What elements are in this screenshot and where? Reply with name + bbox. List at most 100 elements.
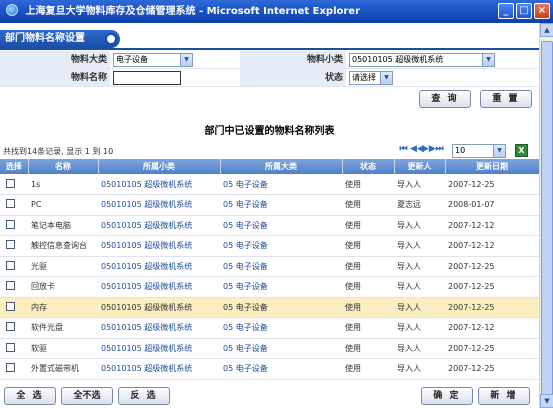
cell-name: 笔记本电脑 xyxy=(28,215,98,236)
vertical-scrollbar[interactable]: ▲ ▼ xyxy=(539,23,553,408)
table-row[interactable]: 软驱 05010105 超级微机系统 05 电子设备 使用 导入人 2007-1… xyxy=(0,338,539,359)
cell-status: 使用 xyxy=(342,358,394,380)
page-size-select[interactable]: 10 ▼ xyxy=(452,144,506,158)
name-field xyxy=(110,69,240,86)
col-header: 更新人 xyxy=(394,159,446,174)
cell-status: 使用 xyxy=(342,297,394,318)
row-checkbox[interactable] xyxy=(6,199,15,209)
cell-subcategory[interactable]: 05010105 超级微机系统 xyxy=(98,174,220,195)
table-header-row: 选择 名称 所属小类 所属大类 状态 更新人 更新日期 xyxy=(0,159,540,174)
row-checkbox[interactable] xyxy=(6,322,15,332)
cell-updater: 导入人 xyxy=(394,297,445,318)
table-row[interactable]: PC 05010105 超级微机系统 05 电子设备 使用 夏志远 2008-0… xyxy=(0,194,539,216)
invert-selection-button[interactable]: 反 选 xyxy=(118,387,170,405)
cell-subcategory[interactable]: 05010105 超级微机系统 xyxy=(98,358,220,380)
name-label: 物料名称 xyxy=(0,69,110,86)
cell-category[interactable]: 05 电子设备 xyxy=(220,194,342,216)
cell-status: 使用 xyxy=(342,174,394,195)
status-select[interactable]: 请选择 ▼ xyxy=(349,71,393,85)
window-controls: _ □ × xyxy=(498,3,550,19)
cell-subcategory[interactable]: 05010105 超级微机系统 xyxy=(98,194,220,216)
table-row[interactable]: 1s 05010105 超级微机系统 05 电子设备 使用 导入人 2007-1… xyxy=(0,174,539,195)
cell-updater: 导入人 xyxy=(394,215,445,236)
row-checkbox[interactable] xyxy=(6,178,15,188)
scroll-thumb[interactable] xyxy=(541,41,553,401)
row-checkbox[interactable] xyxy=(6,281,15,291)
pager-info: 共找到14条记录, 显示 1 到 10 xyxy=(3,147,114,156)
cell-subcategory[interactable]: 05010105 超级微机系统 xyxy=(98,235,220,257)
cell-category[interactable]: 05 电子设备 xyxy=(220,235,342,257)
col-header: 所属小类 xyxy=(98,159,221,174)
table-row[interactable]: 笔记本电脑 05010105 超级微机系统 05 电子设备 使用 导入人 200… xyxy=(0,215,539,236)
table-row[interactable]: 外置式磁带机 05010105 超级微机系统 05 电子设备 使用 导入人 20… xyxy=(0,358,539,380)
cell-category[interactable]: 05 电子设备 xyxy=(220,215,342,236)
prev-page-icon[interactable]: ◀◀ xyxy=(410,144,424,154)
cell-category[interactable]: 05 电子设备 xyxy=(220,338,342,359)
status-field: 请选择 ▼ xyxy=(346,69,539,86)
col-header: 名称 xyxy=(28,159,99,174)
cell-name: 触控信息查询台 xyxy=(28,235,98,257)
row-checkbox[interactable] xyxy=(6,363,15,373)
table-row-highlighted[interactable]: 内存 05010105 超级微机系统 05 电子设备 使用 导入人 2007-1… xyxy=(0,297,539,318)
cell-updater: 导入人 xyxy=(394,317,445,339)
select-none-button[interactable]: 全不选 xyxy=(61,387,113,405)
table-row[interactable]: 触控信息查询台 05010105 超级微机系统 05 电子设备 使用 导入人 2… xyxy=(0,235,539,257)
collapse-toggle-icon[interactable] xyxy=(105,33,117,45)
subcategory-select[interactable]: 05010105 超级微机系统 ▼ xyxy=(349,53,495,67)
row-checkbox[interactable] xyxy=(6,219,15,229)
scroll-down-icon[interactable]: ▼ xyxy=(540,394,553,408)
cell-status: 使用 xyxy=(342,235,394,257)
filter-row-2: 物料名称 状态 请选择 ▼ xyxy=(0,69,539,87)
reset-button[interactable]: 重 置 xyxy=(480,90,532,108)
cell-category[interactable]: 05 电子设备 xyxy=(220,297,342,318)
cell-updater: 导入人 xyxy=(394,358,445,380)
row-checkbox[interactable] xyxy=(6,301,15,311)
next-page-icon[interactable]: ▶▶ xyxy=(422,144,436,154)
row-checkbox[interactable] xyxy=(6,342,15,352)
row-checkbox[interactable] xyxy=(6,240,15,250)
excel-export-icon[interactable]: X xyxy=(515,144,528,157)
cell-subcategory[interactable]: 05010105 超级微机系统 xyxy=(98,256,220,277)
col-header: 选择 xyxy=(0,159,29,174)
cell-date: 2007-12-25 xyxy=(445,174,539,195)
cell-status: 使用 xyxy=(342,256,394,277)
cell-name: 1s xyxy=(28,174,98,195)
restore-button[interactable]: □ xyxy=(516,3,532,19)
cell-category[interactable]: 05 电子设备 xyxy=(220,256,342,277)
chevron-down-icon: ▼ xyxy=(482,54,494,66)
select-all-button[interactable]: 全 选 xyxy=(4,387,56,405)
cell-category[interactable]: 05 电子设备 xyxy=(220,276,342,298)
cell-subcategory[interactable]: 05010105 超级微机系统 xyxy=(98,317,220,339)
cell-subcategory[interactable]: 05010105 超级微机系统 xyxy=(98,215,220,236)
cell-category[interactable]: 05 电子设备 xyxy=(220,317,342,339)
name-input[interactable] xyxy=(113,71,181,85)
cell-date: 2008-01-07 xyxy=(445,194,539,216)
col-header: 状态 xyxy=(342,159,395,174)
section-header: 部门物料名称设置 xyxy=(0,30,120,48)
add-button[interactable]: 新 增 xyxy=(478,387,530,405)
scroll-up-icon[interactable]: ▲ xyxy=(540,23,553,37)
category-select[interactable]: 电子设备 ▼ xyxy=(113,53,193,67)
minimize-button[interactable]: _ xyxy=(498,3,514,19)
cell-updater: 导入人 xyxy=(394,235,445,257)
cell-category[interactable]: 05 电子设备 xyxy=(220,358,342,380)
cell-subcategory[interactable]: 05010105 超级微机系统 xyxy=(98,338,220,359)
cell-subcategory[interactable]: 05010105 超级微机系统 xyxy=(98,276,220,298)
cell-category[interactable]: 05 电子设备 xyxy=(220,174,342,195)
subcategory-label: 物料小类 xyxy=(240,51,346,68)
close-button[interactable]: × xyxy=(534,3,550,19)
table-row[interactable]: 光驱 05010105 超级微机系统 05 电子设备 使用 导入人 2007-1… xyxy=(0,256,539,277)
row-checkbox[interactable] xyxy=(6,260,15,270)
query-button[interactable]: 查 询 xyxy=(419,90,471,108)
cell-subcategory[interactable]: 05010105 超级微机系统 xyxy=(98,297,220,318)
cell-date: 2007-12-25 xyxy=(445,358,539,380)
last-page-icon[interactable]: ⏭ xyxy=(434,144,445,154)
cell-status: 使用 xyxy=(342,338,394,359)
cell-name: 回放卡 xyxy=(28,276,98,298)
first-page-icon[interactable]: ⏮ xyxy=(398,144,409,154)
confirm-button[interactable]: 确 定 xyxy=(421,387,473,405)
subcategory-select-value: 05010105 超级微机系统 xyxy=(352,55,444,64)
table-row[interactable]: 软件光盘 05010105 超级微机系统 05 电子设备 使用 导入人 2007… xyxy=(0,317,539,339)
section-divider xyxy=(0,48,539,50)
table-row[interactable]: 回放卡 05010105 超级微机系统 05 电子设备 使用 导入人 2007-… xyxy=(0,276,539,298)
